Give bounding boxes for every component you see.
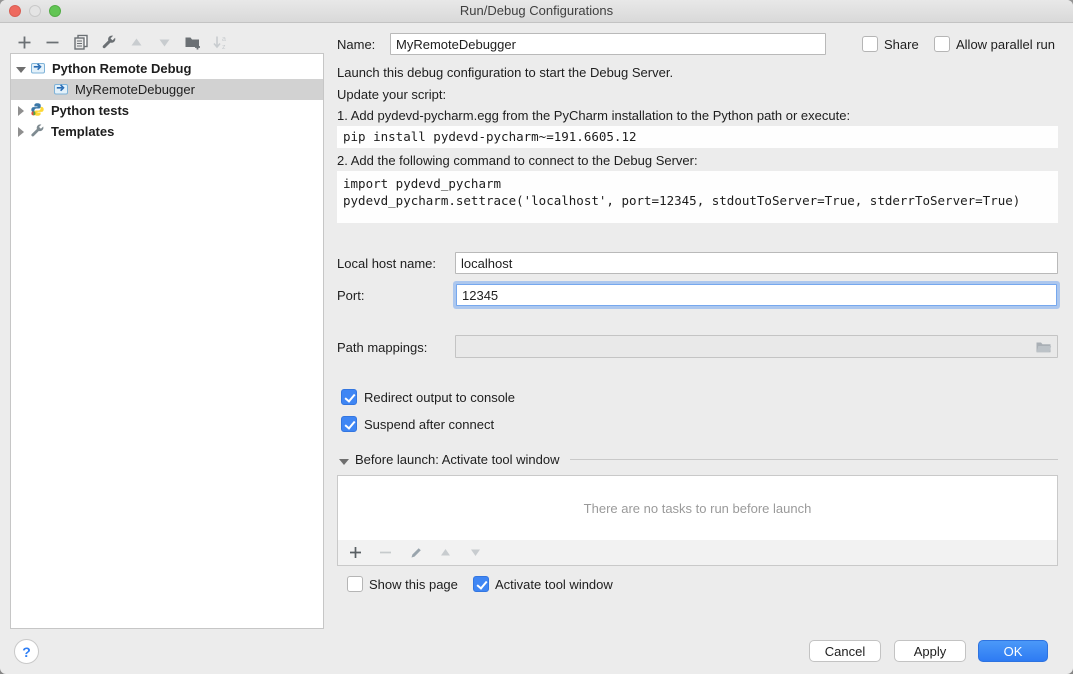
settrace-code: import pydevd_pycharm pydevd_pycharm.set… xyxy=(337,171,1058,223)
remove-task-icon xyxy=(377,544,394,561)
before-launch-title: Before launch: Activate tool window xyxy=(355,452,560,467)
move-task-up-icon xyxy=(437,544,454,561)
tree-item-python-remote-debug[interactable]: Python Remote Debug xyxy=(11,58,323,79)
redirect-output-checkbox[interactable] xyxy=(341,389,357,405)
remote-debug-icon xyxy=(30,60,46,78)
path-mappings-field[interactable] xyxy=(455,335,1058,358)
remote-debug-icon xyxy=(53,81,69,99)
move-task-down-icon xyxy=(467,544,484,561)
suspend-after-connect-label: Suspend after connect xyxy=(364,417,494,432)
ok-button-label: OK xyxy=(1004,644,1023,659)
pip-install-code: pip install pydevd-pycharm~=191.6605.12 xyxy=(337,126,1058,148)
separator-line xyxy=(570,459,1058,460)
svg-text:a: a xyxy=(222,36,226,43)
settrace-code-line2: pydevd_pycharm.settrace('localhost', por… xyxy=(343,192,1052,209)
chevron-right-icon[interactable] xyxy=(16,106,26,116)
apply-button[interactable]: Apply xyxy=(894,640,966,662)
window-title: Run/Debug Configurations xyxy=(0,3,1073,18)
path-mappings-label: Path mappings: xyxy=(337,340,427,355)
question-mark-icon: ? xyxy=(22,644,31,660)
before-launch-task-list[interactable]: There are no tasks to run before launch xyxy=(337,475,1058,541)
ok-button[interactable]: OK xyxy=(978,640,1048,662)
suspend-after-connect-checkbox[interactable] xyxy=(341,416,357,432)
tree-item-myremotedebugger[interactable]: MyRemoteDebugger xyxy=(11,79,323,100)
tree-item-label: Templates xyxy=(49,124,114,139)
activate-tool-window-label: Activate tool window xyxy=(495,577,613,592)
port-label: Port: xyxy=(337,288,364,303)
cancel-button[interactable]: Cancel xyxy=(809,640,881,662)
folder-icon[interactable] xyxy=(1035,340,1052,357)
run-debug-configurations-window: Run/Debug Configurations az xyxy=(0,0,1073,674)
task-toolbar xyxy=(337,540,1058,566)
name-label: Name: xyxy=(337,37,375,52)
configurations-tree: Python Remote Debug MyRemoteDebugger Pyt… xyxy=(10,53,324,629)
titlebar: Run/Debug Configurations xyxy=(0,0,1073,23)
tree-item-label: Python tests xyxy=(49,103,129,118)
settrace-code-line1: import pydevd_pycharm xyxy=(343,175,1052,192)
share-label: Share xyxy=(884,37,919,52)
tree-item-python-tests[interactable]: Python tests xyxy=(11,100,323,121)
show-this-page-label: Show this page xyxy=(369,577,458,592)
share-checkbox[interactable] xyxy=(862,36,878,52)
step2-text: 2. Add the following command to connect … xyxy=(337,153,698,168)
step1-text: 1. Add pydevd-pycharm.egg from the PyCha… xyxy=(337,108,850,123)
allow-parallel-run-label: Allow parallel run xyxy=(956,37,1055,52)
chevron-down-icon[interactable] xyxy=(339,456,349,466)
cancel-button-label: Cancel xyxy=(825,644,865,659)
show-this-page-checkbox[interactable] xyxy=(347,576,363,592)
python-icon xyxy=(30,102,45,120)
name-input[interactable] xyxy=(390,33,826,55)
help-button[interactable]: ? xyxy=(14,639,39,664)
allow-parallel-run-checkbox[interactable] xyxy=(934,36,950,52)
remove-icon[interactable] xyxy=(44,34,61,51)
tree-item-label: MyRemoteDebugger xyxy=(73,82,195,97)
redirect-output-label: Redirect output to console xyxy=(364,390,515,405)
edit-defaults-icon[interactable] xyxy=(100,34,117,51)
chevron-right-icon[interactable] xyxy=(16,127,26,137)
update-script-text: Update your script: xyxy=(337,87,446,102)
activate-tool-window-checkbox[interactable] xyxy=(473,576,489,592)
port-input[interactable] xyxy=(456,284,1057,306)
before-launch-header[interactable]: Before launch: Activate tool window xyxy=(339,452,1058,467)
local-host-label: Local host name: xyxy=(337,256,436,271)
tree-toolbar: az xyxy=(16,31,229,53)
empty-tasks-text: There are no tasks to run before launch xyxy=(584,501,812,516)
wrench-icon xyxy=(30,123,45,141)
move-up-icon xyxy=(128,34,145,51)
new-folder-icon[interactable] xyxy=(184,34,201,51)
apply-button-label: Apply xyxy=(914,644,947,659)
local-host-input[interactable] xyxy=(455,252,1058,274)
intro-text: Launch this debug configuration to start… xyxy=(337,65,673,80)
copy-icon[interactable] xyxy=(72,34,89,51)
tree-item-label: Python Remote Debug xyxy=(50,61,191,76)
move-down-icon xyxy=(156,34,173,51)
add-icon[interactable] xyxy=(16,34,33,51)
tree-item-templates[interactable]: Templates xyxy=(11,121,323,142)
chevron-down-icon[interactable] xyxy=(16,64,26,74)
add-task-icon[interactable] xyxy=(347,544,364,561)
edit-task-icon xyxy=(407,544,424,561)
sort-icon: az xyxy=(212,34,229,51)
svg-text:z: z xyxy=(222,44,226,51)
